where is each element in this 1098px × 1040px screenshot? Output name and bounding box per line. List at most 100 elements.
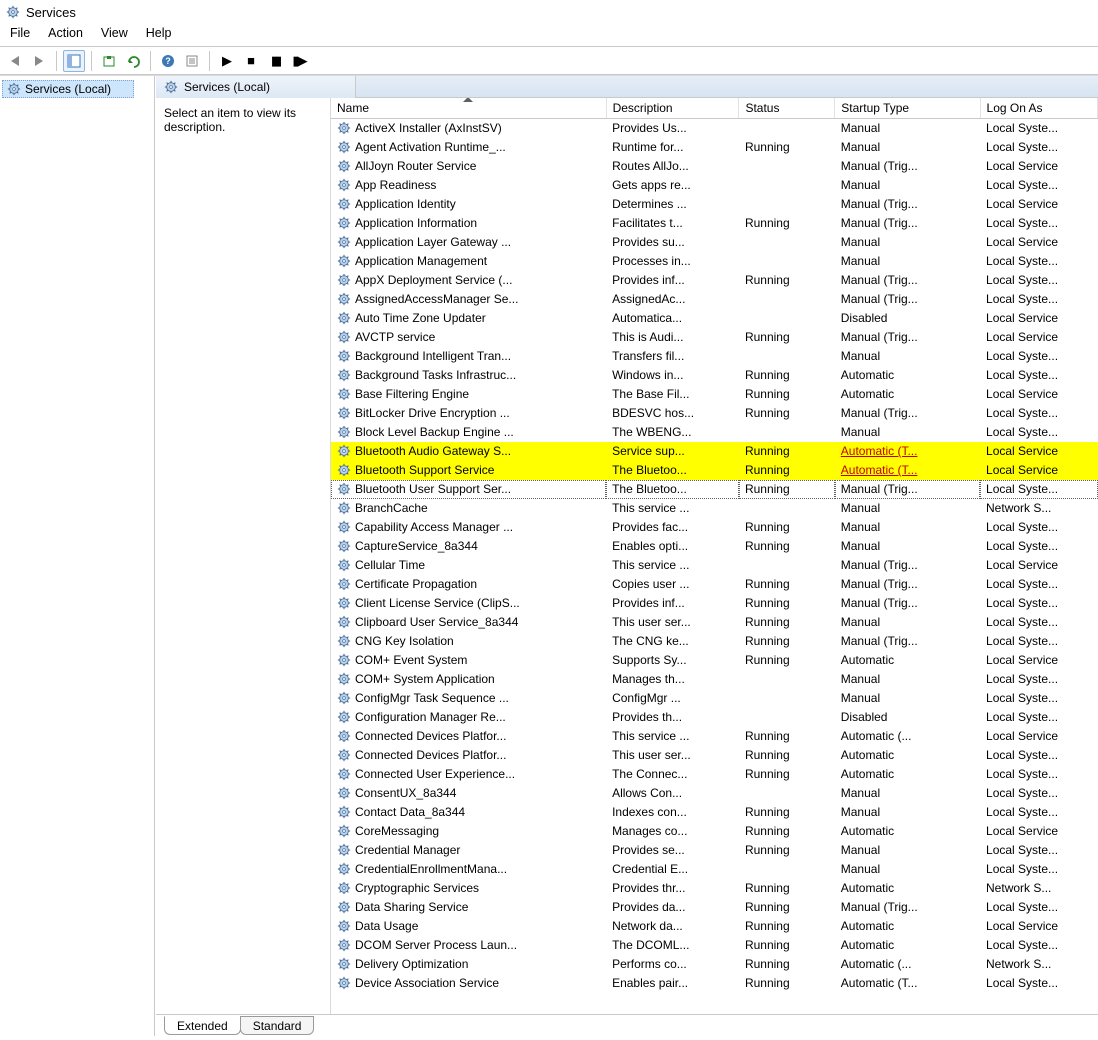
service-status: Running: [739, 575, 835, 594]
nav-forward-button[interactable]: [28, 50, 50, 72]
service-description: Provides th...: [606, 708, 739, 727]
service-startup-type: Automatic (...: [835, 727, 980, 746]
stop-service-button[interactable]: ■: [240, 50, 262, 72]
service-row[interactable]: Application InformationFacilitates t...R…: [331, 214, 1098, 233]
restart-service-button[interactable]: ▮▶: [288, 50, 310, 72]
console-tree[interactable]: Services (Local): [0, 76, 155, 1036]
service-row[interactable]: Application ManagementProcesses in...Man…: [331, 252, 1098, 271]
service-row[interactable]: CaptureService_8a344Enables opti...Runni…: [331, 537, 1098, 556]
service-row[interactable]: Bluetooth Audio Gateway S...Service sup.…: [331, 442, 1098, 461]
service-row[interactable]: Auto Time Zone UpdaterAutomatica...Disab…: [331, 309, 1098, 328]
gear-icon: [337, 311, 351, 325]
column-startup-type[interactable]: Startup Type: [835, 98, 980, 119]
service-row[interactable]: Credential ManagerProvides se...RunningM…: [331, 841, 1098, 860]
service-row[interactable]: DCOM Server Process Laun...The DCOML...R…: [331, 936, 1098, 955]
service-log-on-as: Local Syste...: [980, 423, 1097, 442]
service-row[interactable]: CredentialEnrollmentMana...Credential E.…: [331, 860, 1098, 879]
service-row[interactable]: Device Association ServiceEnables pair..…: [331, 974, 1098, 993]
service-row[interactable]: Bluetooth User Support Ser...The Bluetoo…: [331, 480, 1098, 499]
service-status: Running: [739, 632, 835, 651]
service-row[interactable]: Application Layer Gateway ... Provides su…: [331, 233, 1098, 252]
gear-icon: [337, 786, 351, 800]
service-name: Application Layer Gateway ...: [355, 235, 600, 249]
column-description[interactable]: Description: [606, 98, 739, 119]
service-row[interactable]: Data Sharing ServiceProvides da...Runnin…: [331, 898, 1098, 917]
gear-icon: [337, 691, 351, 705]
service-row[interactable]: Block Level Backup Engine ...The WBENG..…: [331, 423, 1098, 442]
service-row[interactable]: Certificate Propagation Copies user ...Ru…: [331, 575, 1098, 594]
service-startup-type: Automatic: [835, 936, 980, 955]
service-row[interactable]: AssignedAccessManager Se...AssignedAc...…: [331, 290, 1098, 309]
service-row[interactable]: AppX Deployment Service (...Provides inf…: [331, 271, 1098, 290]
service-row[interactable]: ActiveX Installer (AxInstSV)Provides Us.…: [331, 119, 1098, 138]
service-name: Certificate Propagation: [355, 577, 600, 591]
service-row[interactable]: ConsentUX_8a344Allows Con...ManualLocal …: [331, 784, 1098, 803]
service-row[interactable]: Connected Devices Platfor...This service…: [331, 727, 1098, 746]
service-name: Data Sharing Service: [355, 900, 600, 914]
show-hide-tree-button[interactable]: [63, 50, 85, 72]
menu-file[interactable]: File: [10, 26, 30, 40]
service-row[interactable]: Clipboard User Service_8a344This user se…: [331, 613, 1098, 632]
menu-action[interactable]: Action: [48, 26, 83, 40]
pause-service-button[interactable]: ▮▮: [264, 50, 286, 72]
gear-icon: [337, 406, 351, 420]
properties-button[interactable]: [181, 50, 203, 72]
service-row[interactable]: Configuration Manager Re...Provides th..…: [331, 708, 1098, 727]
gear-icon: [337, 520, 351, 534]
service-row[interactable]: Cellular TimeThis service ...Manual (Tri…: [331, 556, 1098, 575]
service-row[interactable]: Cryptographic ServicesProvides thr...Run…: [331, 879, 1098, 898]
service-row[interactable]: Data UsageNetwork da...RunningAutomaticL…: [331, 917, 1098, 936]
service-description: Windows in...: [606, 366, 739, 385]
service-log-on-as: Local Service: [980, 651, 1097, 670]
help-button[interactable]: ?: [157, 50, 179, 72]
start-service-button[interactable]: ▶: [216, 50, 238, 72]
service-name: Clipboard User Service_8a344: [355, 615, 600, 629]
service-row[interactable]: Base Filtering EngineThe Base Fil...Runn…: [331, 385, 1098, 404]
service-row[interactable]: CoreMessagingManages co...RunningAutomat…: [331, 822, 1098, 841]
menu-view[interactable]: View: [101, 26, 128, 40]
service-row[interactable]: Capability Access Manager ...Provides fa…: [331, 518, 1098, 537]
service-row[interactable]: COM+ Event SystemSupports Sy...RunningAu…: [331, 651, 1098, 670]
service-row[interactable]: AllJoyn Router ServiceRoutes AllJo...Man…: [331, 157, 1098, 176]
service-description: Copies user ...: [606, 575, 739, 594]
service-row[interactable]: Background Tasks Infrastruc...Windows in…: [331, 366, 1098, 385]
service-row[interactable]: Connected User Experience...The Connec..…: [331, 765, 1098, 784]
service-row[interactable]: Connected Devices Platfor...This user se…: [331, 746, 1098, 765]
tab-standard[interactable]: Standard: [240, 1016, 315, 1035]
service-row[interactable]: Application IdentityDetermines ...Manual…: [331, 195, 1098, 214]
toolbar-separator: [209, 51, 210, 71]
refresh-button[interactable]: [122, 50, 144, 72]
gear-icon: [337, 843, 351, 857]
service-row[interactable]: COM+ System ApplicationManages th...Manu…: [331, 670, 1098, 689]
services-list[interactable]: Name Description Status Startup Type Log…: [331, 98, 1098, 1014]
menu-help[interactable]: Help: [146, 26, 172, 40]
service-row[interactable]: App ReadinessGets apps re...ManualLocal …: [331, 176, 1098, 195]
service-description: Allows Con...: [606, 784, 739, 803]
service-row[interactable]: CNG Key IsolationThe CNG ke...RunningMan…: [331, 632, 1098, 651]
service-status: [739, 784, 835, 803]
gear-icon: [337, 862, 351, 876]
service-row[interactable]: Background Intelligent Tran...Transfers …: [331, 347, 1098, 366]
service-row[interactable]: Agent Activation Runtime_...Runtime for.…: [331, 138, 1098, 157]
service-row[interactable]: BitLocker Drive Encryption ...BDESVC hos…: [331, 404, 1098, 423]
column-log-on-as[interactable]: Log On As: [980, 98, 1097, 119]
gear-icon: [337, 482, 351, 496]
export-list-button[interactable]: [98, 50, 120, 72]
service-row[interactable]: Delivery OptimizationPerforms co...Runni…: [331, 955, 1098, 974]
tab-extended[interactable]: Extended: [164, 1016, 241, 1035]
service-row[interactable]: BranchCacheThis service ...ManualNetwork…: [331, 499, 1098, 518]
tree-item-services-local[interactable]: Services (Local): [2, 80, 134, 98]
service-log-on-as: Local Syste...: [980, 290, 1097, 309]
service-status: Running: [739, 271, 835, 290]
column-name[interactable]: Name: [331, 98, 606, 119]
service-description: Provides su...: [606, 233, 739, 252]
service-row[interactable]: AVCTP serviceThis is Audi...RunningManua…: [331, 328, 1098, 347]
service-row[interactable]: Bluetooth Support ServiceThe Bluetoo...R…: [331, 461, 1098, 480]
service-name: AppX Deployment Service (...: [355, 273, 600, 287]
service-row[interactable]: Client License Service (ClipS...Provides…: [331, 594, 1098, 613]
column-status[interactable]: Status: [739, 98, 835, 119]
service-row[interactable]: ConfigMgr Task Sequence ...ConfigMgr ...…: [331, 689, 1098, 708]
service-row[interactable]: Contact Data_8a344Indexes con...RunningM…: [331, 803, 1098, 822]
gear-icon: [337, 539, 351, 553]
nav-back-button[interactable]: [4, 50, 26, 72]
